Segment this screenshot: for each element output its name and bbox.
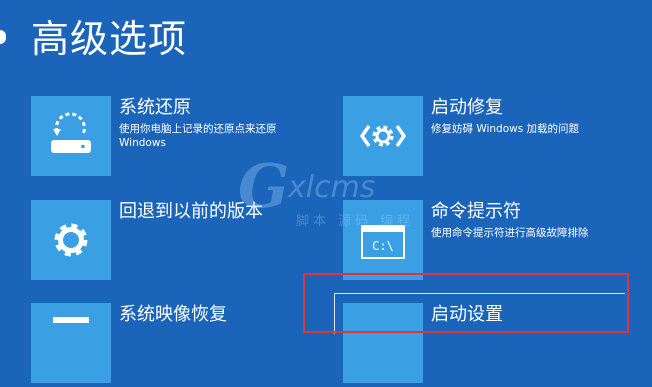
cmd-text: C:\ <box>372 239 394 253</box>
option-command-prompt[interactable]: C:\ 命令提示符 使用命令提示符进行高级故障排除 <box>343 200 613 284</box>
option-title: 命令提示符 <box>431 201 521 222</box>
option-tile <box>31 96 111 176</box>
option-tile <box>31 200 111 280</box>
option-tile <box>343 96 423 176</box>
option-startup-repair[interactable]: 启动修复 修复妨碍 Windows 加载的问题 <box>343 96 613 180</box>
command-prompt-icon: C:\ <box>361 225 405 259</box>
gear-icon <box>54 223 88 257</box>
code-gear-icon <box>360 124 406 148</box>
option-title: 系统还原 <box>119 97 191 118</box>
highlight-box <box>303 273 629 333</box>
option-title: 回退到以前的版本 <box>119 201 263 222</box>
option-tile <box>31 303 111 383</box>
back-arrow-edge[interactable] <box>0 30 6 44</box>
option-tile: C:\ <box>343 200 423 280</box>
system-restore-icon <box>51 112 91 153</box>
page-title: 高级选项 <box>31 17 188 61</box>
system-image-icon <box>53 317 89 323</box>
option-go-back[interactable]: 回退到以前的版本 <box>31 200 301 284</box>
option-title: 系统映像恢复 <box>119 304 227 325</box>
option-system-restore[interactable]: 系统还原 使用你电脑上记录的还原点来还原 Windows <box>31 96 301 180</box>
option-system-image-recovery[interactable]: 系统映像恢复 <box>31 303 301 387</box>
option-description: 修复妨碍 Windows 加载的问题 <box>431 123 580 135</box>
option-description: 使用你电脑上记录的还原点来还原 Windows <box>119 123 277 149</box>
option-description: 使用命令提示符进行高级故障排除 <box>431 227 589 239</box>
option-title: 启动修复 <box>431 97 503 118</box>
